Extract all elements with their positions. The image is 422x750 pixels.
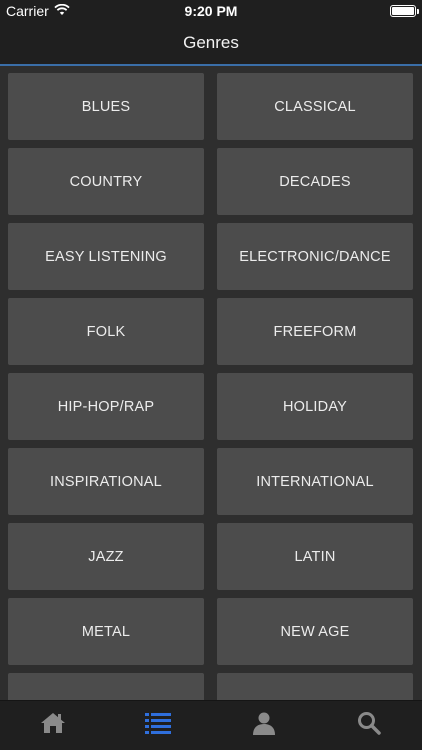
genre-tile-classical[interactable]: CLASSICAL [217,73,413,140]
genre-tile-hip-hop-rap[interactable]: HIP-HOP/RAP [8,373,204,440]
genre-tile-international[interactable]: INTERNATIONAL [217,448,413,515]
battery-icon [390,5,419,17]
status-left: Carrier [6,3,70,19]
status-bar: Carrier 9:20 PM [0,0,422,22]
tab-search[interactable] [339,701,399,750]
tab-profile[interactable] [234,701,294,750]
carrier-label: Carrier [6,3,49,19]
navigation-bar: Genres [0,22,422,66]
genres-scroll-view[interactable]: BLUES CLASSICAL COUNTRY DECADES EASY LIS… [0,66,422,700]
genre-tile-folk[interactable]: FOLK [8,298,204,365]
genre-tile-easy-listening[interactable]: EASY LISTENING [8,223,204,290]
genre-tile-latin[interactable]: LATIN [217,523,413,590]
list-icon [145,712,172,739]
genre-tile-electronic-dance[interactable]: ELECTRONIC/DANCE [217,223,413,290]
tab-bar [0,700,422,750]
genre-tile-blues[interactable]: BLUES [8,73,204,140]
home-icon [40,711,66,740]
genre-tile-country[interactable]: COUNTRY [8,148,204,215]
genre-tile-partial-left[interactable] [8,673,204,700]
tab-home[interactable] [23,701,83,750]
page-title: Genres [183,33,239,52]
genre-tile-inspirational[interactable]: INSPIRATIONAL [8,448,204,515]
wifi-icon [54,3,70,19]
search-icon [357,711,381,740]
genre-grid: BLUES CLASSICAL COUNTRY DECADES EASY LIS… [0,66,422,700]
genre-tile-decades[interactable]: DECADES [217,148,413,215]
genre-tile-partial-right[interactable] [217,673,413,700]
tab-genres[interactable] [128,701,188,750]
genre-tile-new-age[interactable]: NEW AGE [217,598,413,665]
genre-tile-metal[interactable]: METAL [8,598,204,665]
profile-icon [252,711,276,740]
genre-tile-freeform[interactable]: FREEFORM [217,298,413,365]
genre-tile-jazz[interactable]: JAZZ [8,523,204,590]
genre-tile-holiday[interactable]: HOLIDAY [217,373,413,440]
